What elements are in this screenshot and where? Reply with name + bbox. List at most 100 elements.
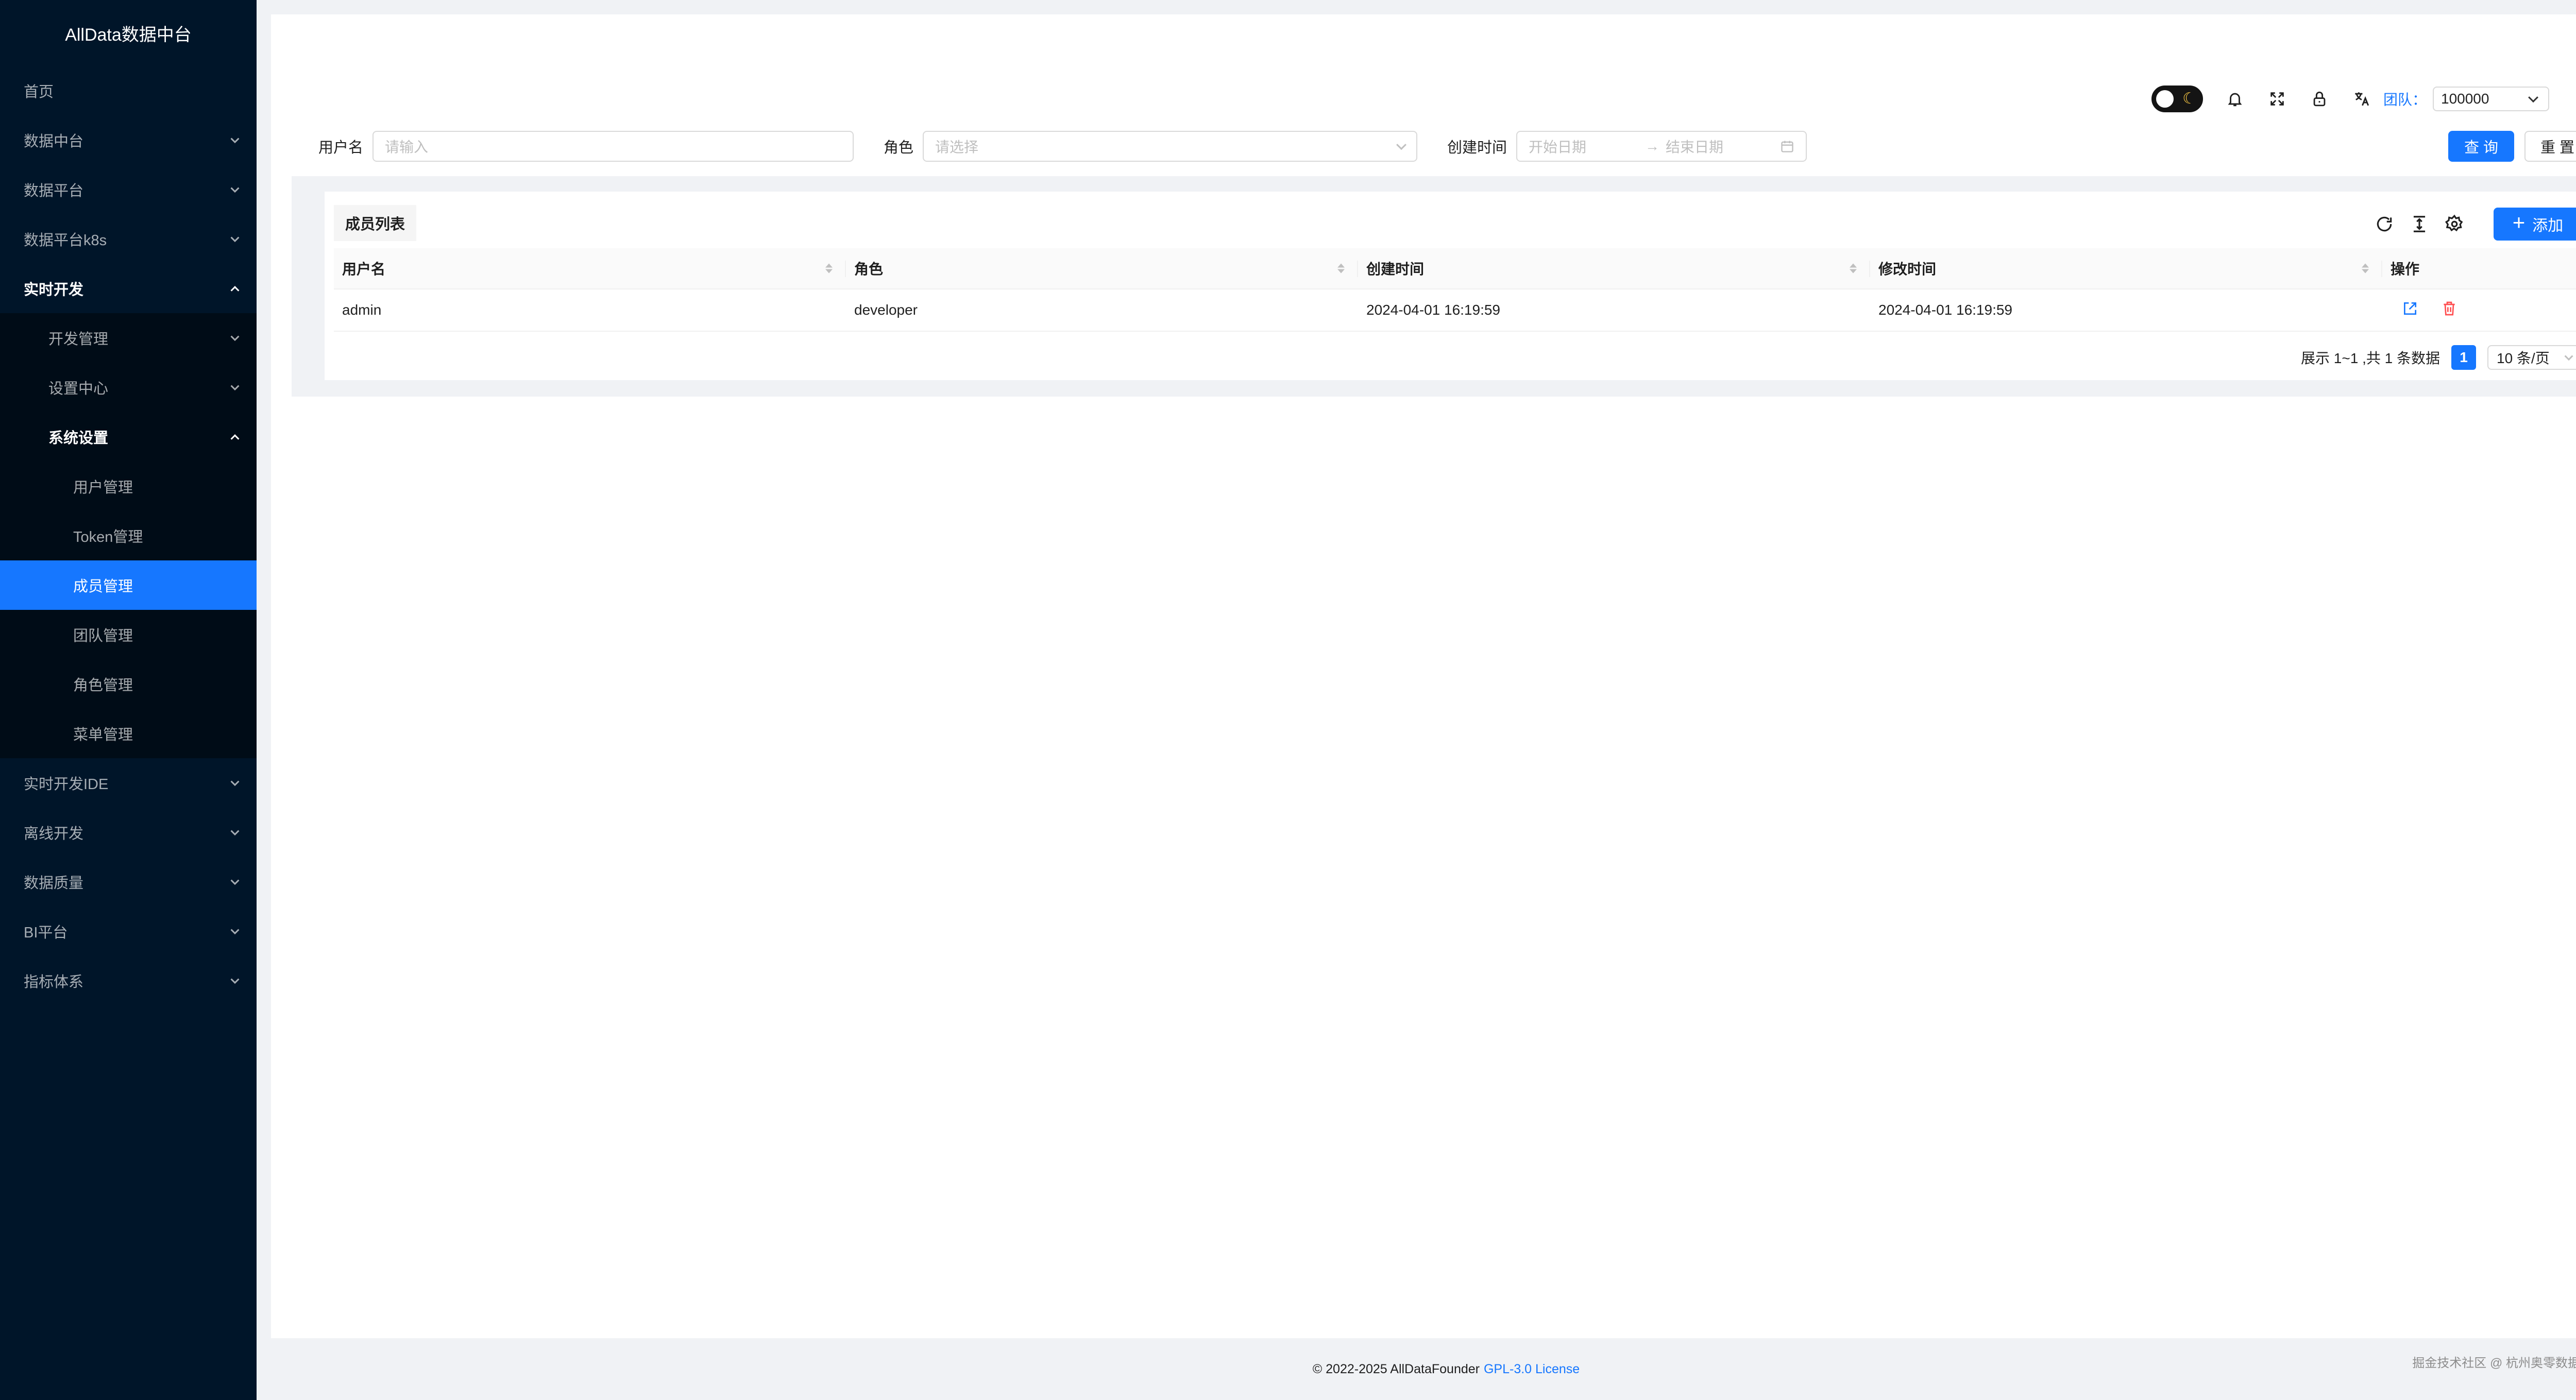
license-link[interactable]: GPL-3.0 License [1484,1362,1580,1377]
sidebar-item[interactable]: 实时开发IDE [0,758,257,808]
column-header-username[interactable]: 用户名 [334,248,846,288]
page-size-select[interactable]: 10 条/页 [2487,345,2576,370]
settings-icon[interactable] [2444,214,2465,234]
chevron-down-icon [230,975,240,984]
column-header-created[interactable]: 创建时间 [1358,248,1870,288]
lock-icon[interactable] [2309,89,2330,109]
role-placeholder: 请选择 [935,139,979,155]
page-size-value: 10 条/页 [2497,350,2550,366]
sidebar: AllData数据中台 首页 数据中台 数据平台 数据平台k8s 实时开发 开发管理 设置中… [0,0,257,1400]
sidebar-item[interactable]: 数据中台 [0,115,257,165]
sidebar-item-label: 实时开发 [24,282,84,298]
chevron-down-icon [230,926,240,935]
sidebar-item[interactable]: 用户管理 [0,462,257,511]
column-header-modified[interactable]: 修改时间 [1870,248,2382,288]
calendar-icon [1780,139,1794,157]
translate-icon[interactable] [2351,89,2372,109]
page-number-button[interactable]: 1 [2451,345,2476,370]
cell-username: admin [342,302,382,318]
role-select[interactable]: 请选择 [923,131,1418,162]
add-button-label: 添加 [2532,217,2564,234]
footer: © 2022-2025 AllDataFounder GPL-3.0 Licen… [257,1338,2576,1400]
chevron-down-icon [230,332,240,342]
cell-actions [2382,289,2576,331]
sidebar-menu: 首页 数据中台 数据平台 数据平台k8s 实时开发开发管理设置中心系统设置用户管理 Tok… [0,66,257,1005]
created-time-label: 创建时间 [1447,140,1507,156]
sort-icon[interactable] [1337,263,1345,274]
chevron-down-icon [230,876,240,885]
sort-icon[interactable] [2362,263,2369,274]
sort-icon[interactable] [825,263,833,274]
sidebar-item[interactable]: Token管理 [0,511,257,560]
reset-button[interactable]: 重 置 [2524,131,2576,162]
bell-icon[interactable] [2225,89,2245,109]
chevron-up-icon [230,286,240,295]
header-bar: ☾ 团队： 100000 [292,30,2576,116]
sidebar-item-label: 用户管理 [73,480,133,496]
team-select-value: 100000 [2441,91,2489,107]
team-select[interactable]: 100000 [2433,87,2549,111]
add-button[interactable]: + 添加 [2494,208,2576,241]
end-date-placeholder: 结束日期 [1666,139,1724,155]
main-area: ☾ 团队： 100000 用户名 请输入 角色 请选择 创建时间 开始日期 → … [257,0,2576,1400]
sidebar-item-label: 设置中心 [48,381,109,397]
sidebar-item[interactable]: 角色管理 [0,659,257,709]
username-input[interactable]: 请输入 [372,131,854,162]
cell-role: developer [854,302,918,318]
cell-modified: 2024-04-01 16:19:59 [1878,302,2012,318]
theme-toggle[interactable]: ☾ [2151,86,2203,112]
sort-icon[interactable] [1850,263,1857,274]
sidebar-item[interactable]: 指标体系 [0,956,257,1005]
moon-icon: ☾ [2182,90,2196,107]
table-header: 用户名 角色 创建时间 修改时间 操作 [334,248,2576,289]
sidebar-item-label: Token管理 [73,529,143,545]
sidebar-item-label: 实时开发IDE [24,776,109,793]
chevron-down-icon [230,134,240,144]
chevron-down-icon [230,777,240,787]
sidebar-item[interactable]: 离线开发 [0,808,257,857]
sidebar-item-label: BI平台 [24,925,68,941]
delete-icon[interactable] [2441,300,2458,320]
arrow-right-icon: → [1645,138,1660,154]
team-label: 团队： [2383,92,2427,108]
search-form: 用户名 请输入 角色 请选择 创建时间 开始日期 → 结束日期 查 询 重 置 [292,116,2576,176]
table-toolbar: + 添加 [2374,207,2576,241]
sidebar-item[interactable]: 数据平台 [0,165,257,214]
sidebar-item[interactable]: 设置中心 [0,363,257,412]
sidebar-item[interactable]: 菜单管理 [0,709,257,758]
sidebar-item-label: 离线开发 [24,826,84,842]
table-title: 成员列表 [334,205,416,241]
edit-icon[interactable] [2402,300,2418,320]
table-row: admin developer 2024-04-01 16:19:59 2024… [334,289,2576,332]
chevron-down-icon [230,382,240,391]
sidebar-item[interactable]: 实时开发 [0,264,257,313]
sidebar-item[interactable]: 首页 [0,66,257,115]
column-header-label: 角色 [854,261,884,277]
sidebar-item[interactable]: 数据平台k8s [0,214,257,264]
pagination: 展示 1~1 ,共 1 条数据 1 10 条/页 [2301,344,2576,371]
sidebar-item[interactable]: 团队管理 [0,610,257,659]
sidebar-item[interactable]: 开发管理 [0,313,257,363]
column-height-icon[interactable] [2409,214,2430,234]
watermark: 掘金技术社区 @ 杭州奥零数据科技 [2412,1356,2576,1370]
sidebar-item-label: 系统设置 [48,430,109,447]
chevron-down-icon [230,233,240,243]
chevron-down-icon [2564,352,2573,361]
column-header-label: 创建时间 [1366,261,1425,277]
query-button[interactable]: 查 询 [2448,131,2514,162]
sidebar-item[interactable]: BI平台 [0,907,257,956]
sidebar-item-label: 菜单管理 [73,727,133,743]
sidebar-item-label: 成员管理 [73,578,133,595]
column-header-role[interactable]: 角色 [846,248,1358,288]
sidebar-item[interactable]: 系统设置 [0,412,257,462]
date-range-picker[interactable]: 开始日期 → 结束日期 [1516,131,1807,162]
reload-icon[interactable] [2374,214,2395,234]
sidebar-item-label: 开发管理 [48,331,109,348]
sidebar-item[interactable]: 数据质量 [0,857,257,907]
column-header-label: 操作 [2391,261,2420,277]
sidebar-item[interactable]: 成员管理 [0,560,257,610]
member-table-card: 成员列表 + 添加 用户名 角色 创建时间 修改时间 操作 admin deve… [325,192,2576,380]
fullscreen-icon[interactable] [2267,89,2287,109]
role-label: 角色 [884,140,914,156]
username-label: 用户名 [318,140,364,156]
